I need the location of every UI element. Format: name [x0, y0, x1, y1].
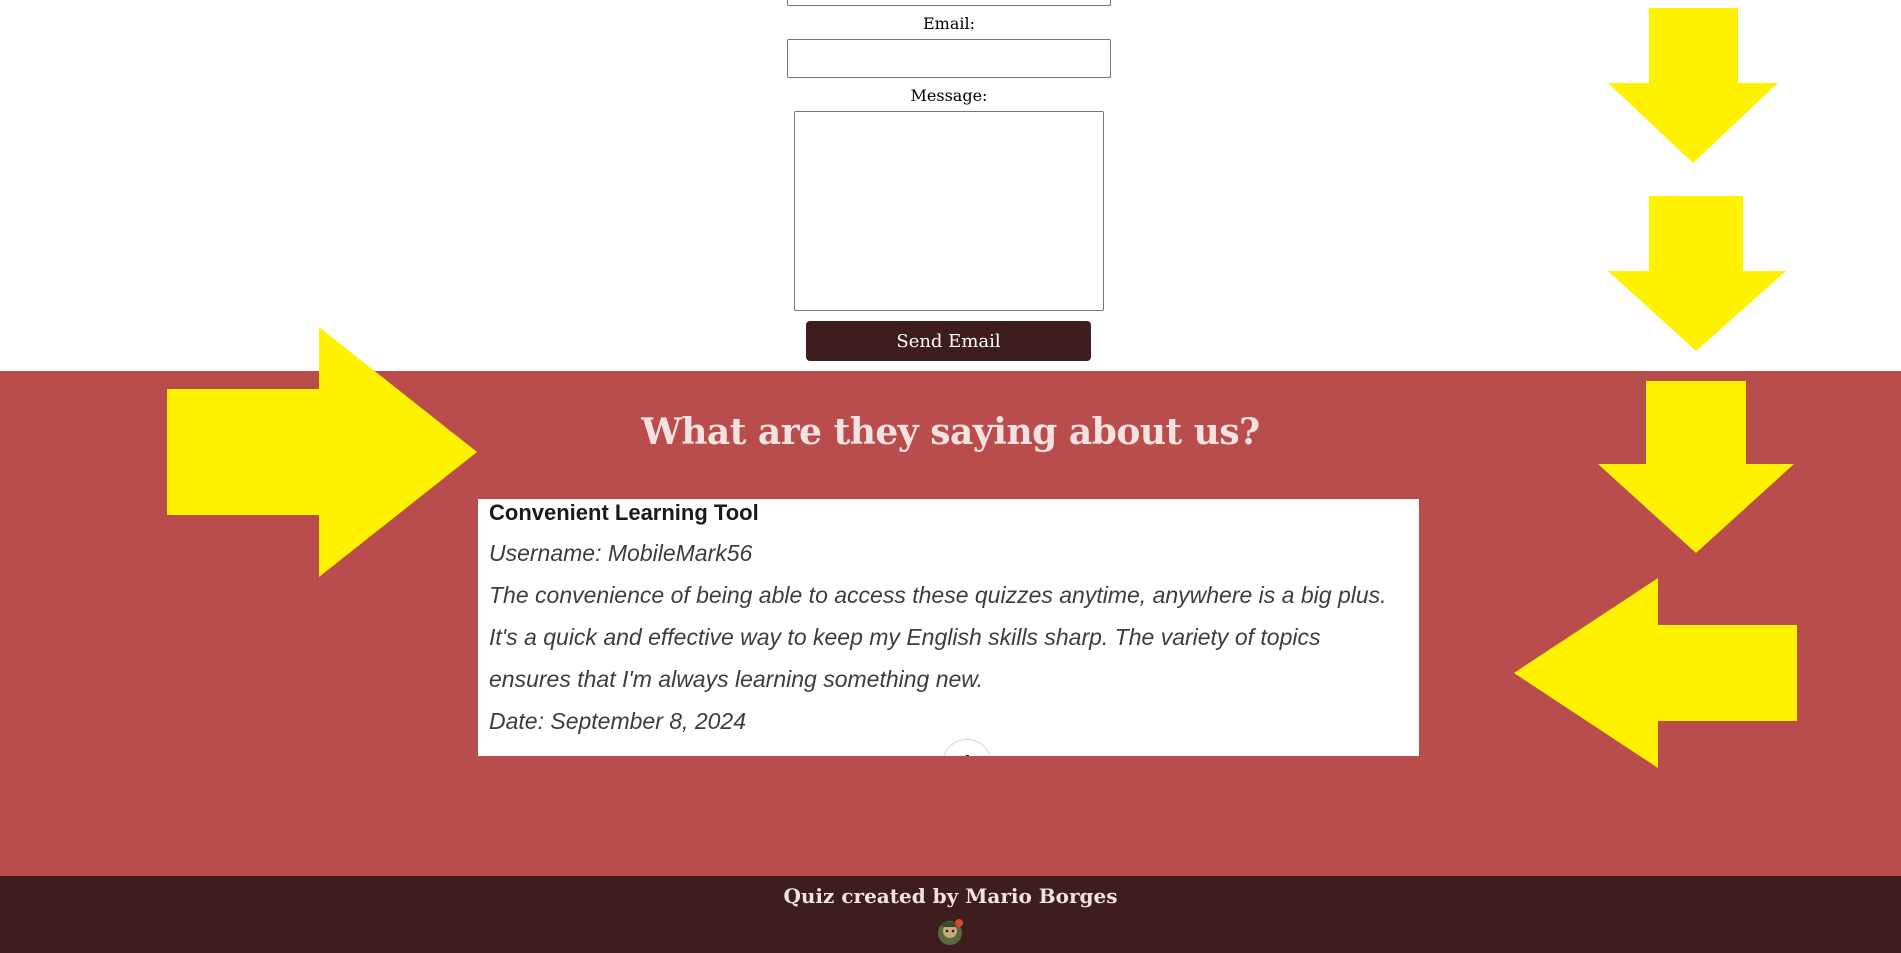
testimonial-card: Convenient Learning Tool Username: Mobil…	[478, 499, 1419, 756]
carousel-next-button[interactable]	[942, 739, 992, 756]
quiz-logo-icon	[938, 919, 963, 945]
testimonial-body-line: It's a quick and effective way to keep m…	[489, 624, 1321, 650]
message-textarea[interactable]	[794, 111, 1104, 311]
arrow-down-icon	[1598, 381, 1794, 553]
testimonial-title: Convenient Learning Tool	[489, 500, 759, 525]
arrow-left-icon	[1514, 578, 1797, 768]
arrow-right-icon	[167, 327, 477, 577]
name-field[interactable]	[787, 0, 1111, 6]
testimonial-username: Username: MobileMark56	[489, 540, 753, 566]
testimonial-date: Date: September 8, 2024	[489, 708, 746, 734]
arrow-down-icon	[1608, 8, 1778, 163]
email-field[interactable]	[787, 39, 1111, 78]
testimonial-body-line: The convenience of being able to access …	[489, 582, 1387, 608]
testimonial-body-line: ensures that I'm always learning somethi…	[489, 666, 984, 692]
email-label: Email:	[922, 14, 975, 33]
footer-credit: Quiz created by Mario Borges	[783, 884, 1118, 908]
carousel-indicator-icon	[966, 755, 969, 756]
send-email-button[interactable]: Send Email	[806, 321, 1091, 361]
message-label: Message:	[910, 86, 988, 105]
footer: Quiz created by Mario Borges	[0, 876, 1901, 953]
arrow-down-icon	[1608, 196, 1786, 351]
